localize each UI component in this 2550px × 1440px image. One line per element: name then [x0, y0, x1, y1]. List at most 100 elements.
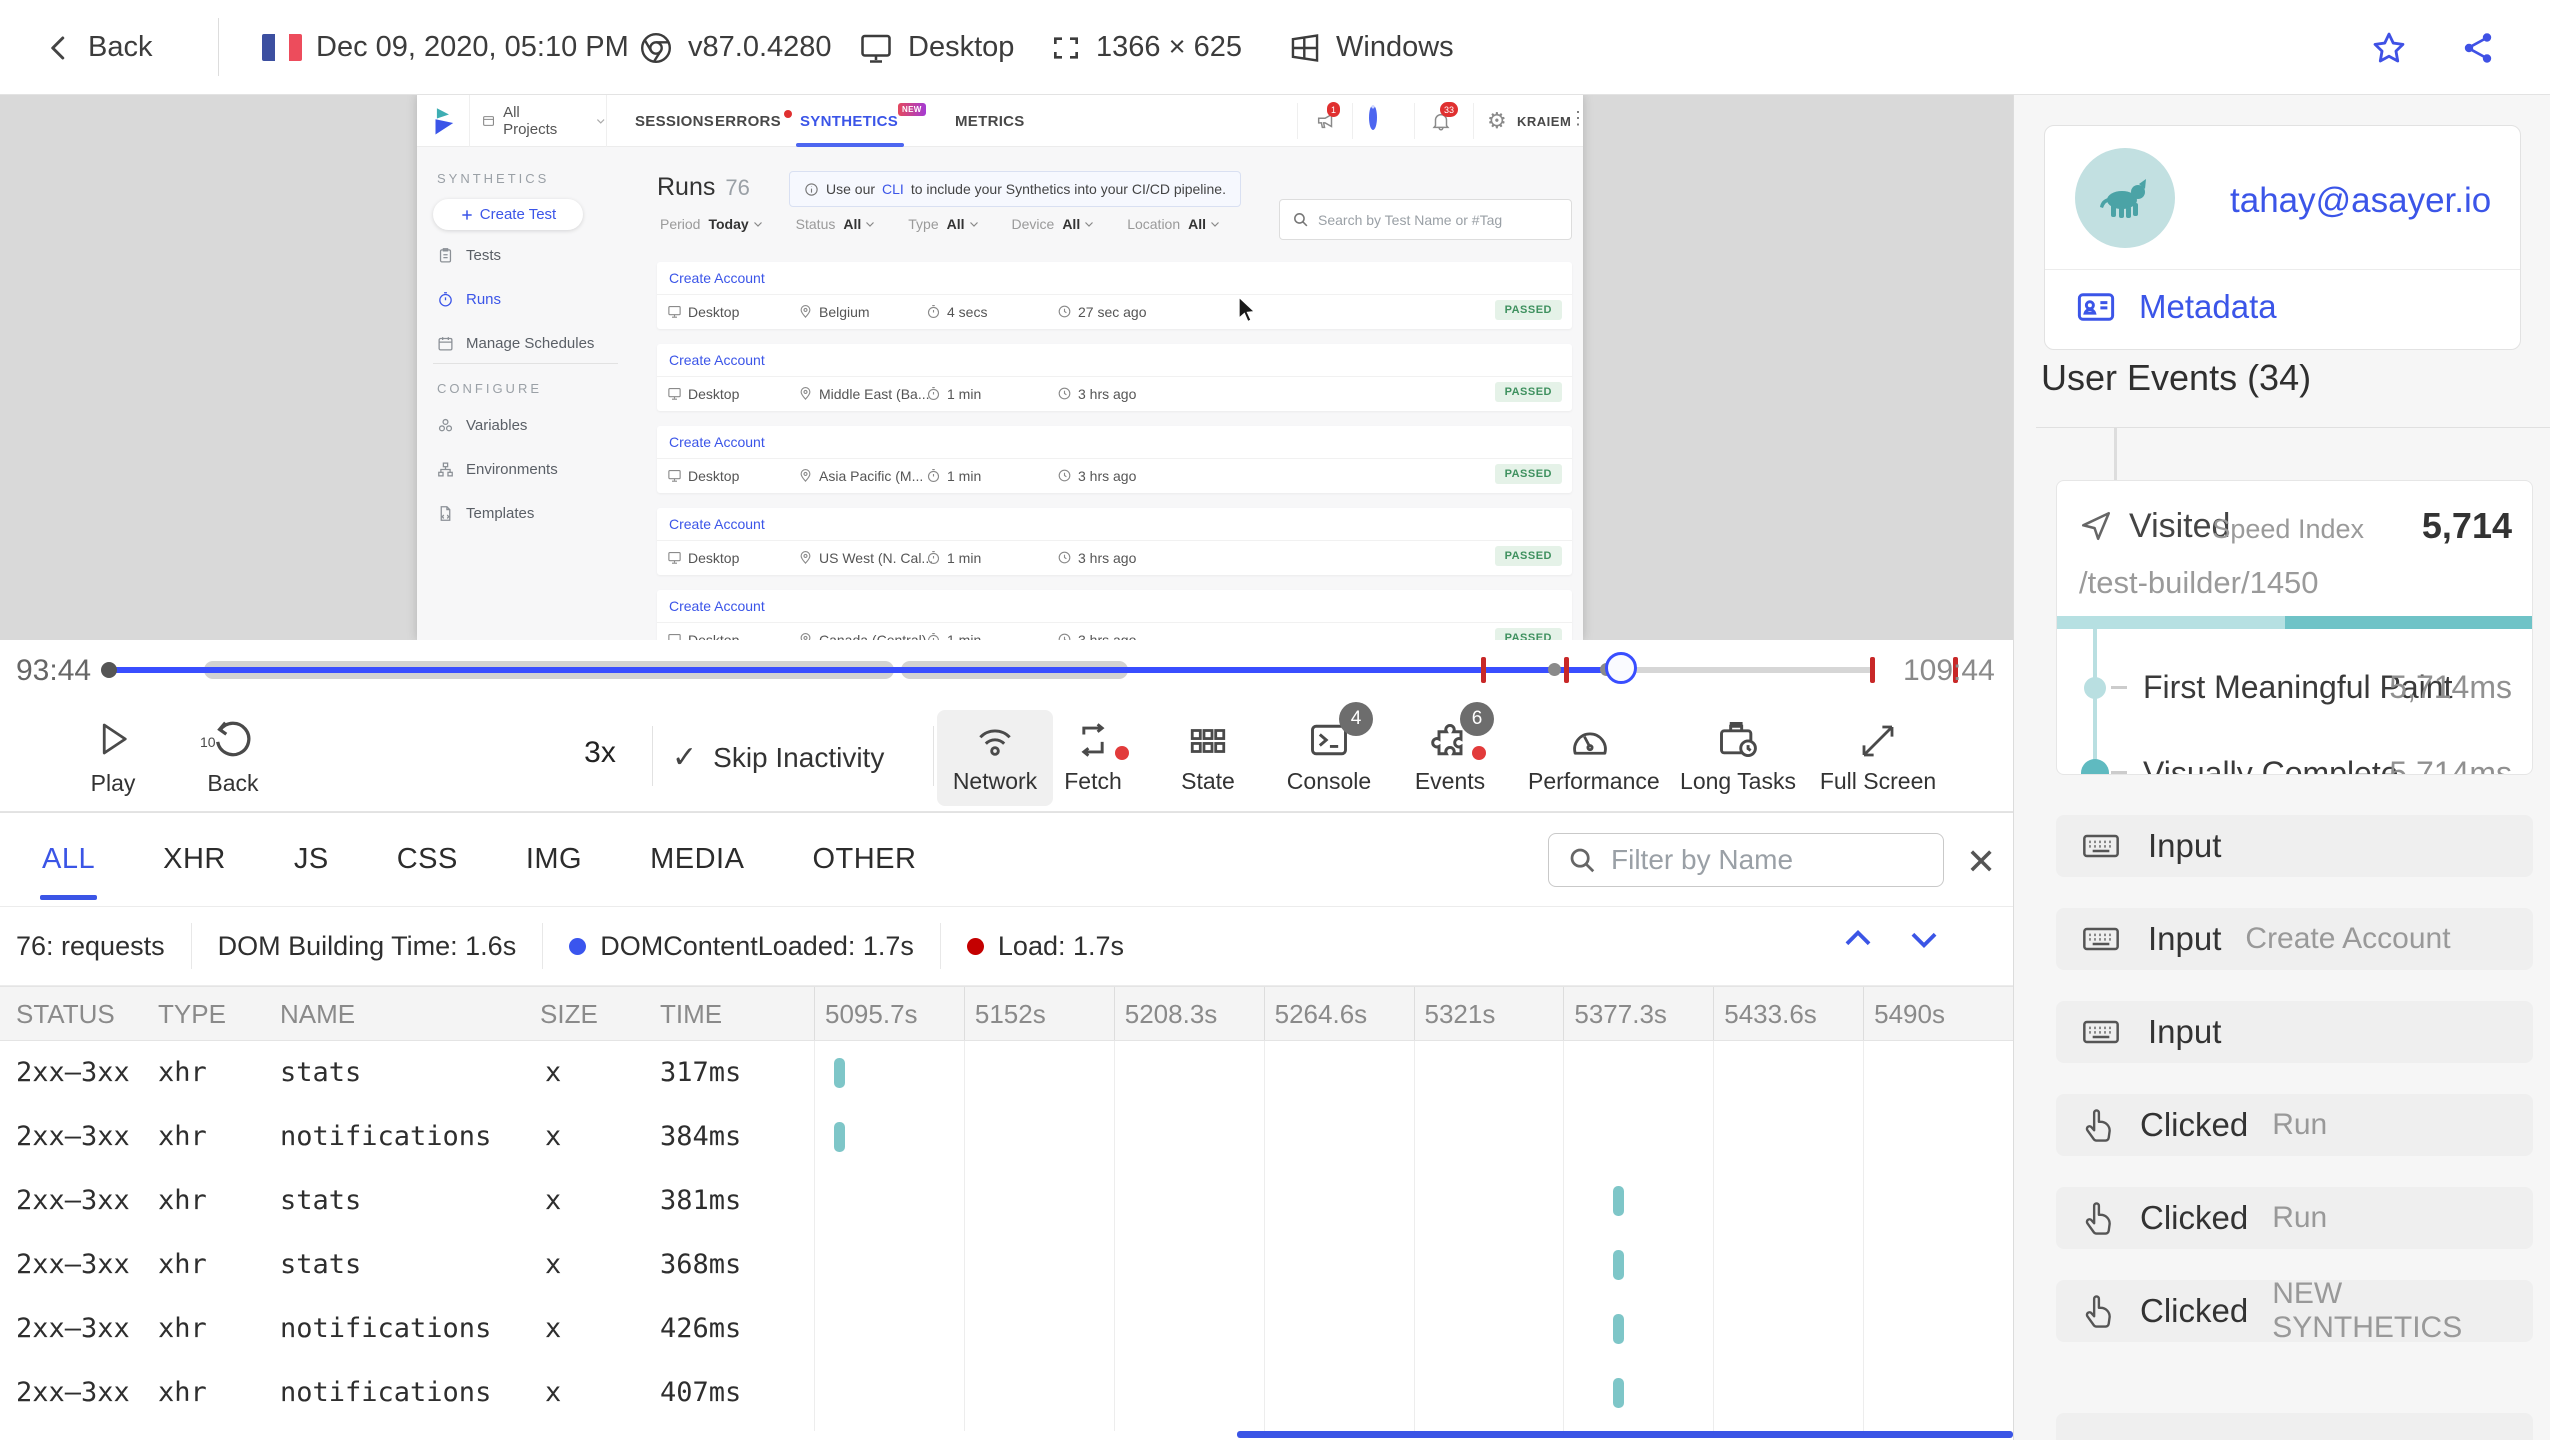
user-event-card[interactable]: Clicked Run — [2056, 1094, 2533, 1156]
filter-dropdown[interactable]: Type All — [908, 216, 979, 232]
next-event-card-partial[interactable] — [2056, 1413, 2533, 1440]
close-panel-icon[interactable]: ✕ — [1966, 841, 1996, 883]
share-button[interactable] — [2460, 0, 2496, 95]
run-name-link[interactable]: Create Account — [657, 508, 1572, 541]
user-menu[interactable]: KRAIEM — [1517, 95, 1571, 147]
run-card[interactable]: Create Account Desktop Belgium 4 secs 27… — [657, 262, 1572, 329]
sidebar-item-manage-schedules[interactable]: Manage Schedules — [437, 335, 594, 352]
row-size: x — [545, 1057, 562, 1088]
filter-by-name-box[interactable] — [1548, 833, 1944, 887]
filter-dropdown[interactable]: Status All — [796, 216, 877, 232]
waterfall-time-label: 5152s — [963, 987, 1114, 1040]
run-name-link[interactable]: Create Account — [657, 590, 1572, 623]
event-marker[interactable] — [1548, 663, 1562, 676]
tab-sessions[interactable]: SESSIONS — [635, 95, 714, 147]
user-event-card[interactable]: Clicked NEW SYNTHETICS — [2056, 1277, 2533, 1344]
tab-metrics[interactable]: METRICS — [955, 95, 1025, 147]
run-name-link[interactable]: Create Account — [657, 426, 1572, 459]
network-request-row[interactable]: 2xx–3xx xhr notifications x 426ms — [0, 1297, 2013, 1361]
run-name-link[interactable]: Create Account — [657, 344, 1572, 377]
long-tasks-panel-button[interactable]: Long Tasks — [1676, 710, 1800, 806]
col-size[interactable]: SIZE — [540, 999, 598, 1030]
back-button[interactable]: Back — [44, 0, 152, 95]
user-email-link[interactable]: tahay@asayer.io — [2230, 181, 2491, 221]
skip-inactivity-toggle[interactable]: ✓ Skip Inactivity — [672, 740, 884, 775]
run-card[interactable]: Create Account Desktop Asia Pacific (M..… — [657, 426, 1572, 493]
project-selector[interactable]: All Projects — [469, 95, 607, 147]
network-request-row[interactable]: 2xx–3xx xhr stats x 317ms — [0, 1041, 2013, 1105]
network-request-row[interactable]: 2xx–3xx xhr stats x 368ms — [0, 1233, 2013, 1297]
net-tab-all[interactable]: ALL — [39, 843, 98, 900]
sidebar-item-variables[interactable]: Variables — [437, 417, 527, 434]
test-search-box[interactable] — [1279, 199, 1572, 240]
row-type: xhr — [158, 1313, 207, 1344]
france-flag-icon — [262, 34, 302, 61]
user-event-card[interactable]: Clicked Run — [2056, 1187, 2533, 1249]
state-panel-button[interactable]: State — [1150, 710, 1266, 806]
run-name-link[interactable]: Create Account — [657, 262, 1572, 295]
notifications-bell-icon[interactable]: 33 — [1430, 102, 1459, 132]
error-marker[interactable] — [1564, 657, 1570, 683]
sidebar-item-templates[interactable]: Templates — [437, 505, 534, 522]
visually-complete-dot — [2081, 759, 2109, 774]
tab-synthetics[interactable]: SYNTHETICS NEW — [795, 95, 926, 147]
cli-link[interactable]: CLI — [882, 181, 904, 197]
network-request-row[interactable]: 2xx–3xx xhr notifications x 407ms — [0, 1361, 2013, 1425]
create-test-button[interactable]: Create Test — [433, 199, 583, 230]
location-pin-icon — [800, 469, 811, 482]
events-panel-button[interactable]: 6 Events — [1392, 702, 1508, 806]
back-10-button[interactable]: 10 Back — [183, 716, 283, 797]
filter-by-name-input[interactable] — [1611, 844, 1911, 876]
jump-next-icon[interactable] — [1905, 920, 1943, 958]
tab-errors[interactable]: ERRORS — [715, 95, 792, 147]
net-tab-img[interactable]: IMG — [526, 843, 582, 876]
filter-dropdown[interactable]: Location All — [1127, 216, 1221, 232]
user-event-card[interactable]: Input — [2056, 1001, 2533, 1063]
test-search-input[interactable] — [1318, 211, 1558, 228]
col-name[interactable]: NAME — [280, 999, 355, 1030]
user-event-card[interactable]: Input Create Account — [2056, 908, 2533, 970]
error-marker[interactable] — [1869, 657, 1875, 683]
kebab-menu-icon[interactable]: ⋮ — [1569, 108, 1583, 130]
net-tab-media[interactable]: MEDIA — [650, 843, 744, 876]
jump-previous-icon[interactable] — [1839, 920, 1877, 958]
settings-gear-icon[interactable]: ⚙ — [1487, 110, 1509, 132]
col-status[interactable]: STATUS — [16, 999, 115, 1030]
full-screen-button[interactable]: Full Screen — [1816, 710, 1940, 806]
network-request-row[interactable]: 2xx–3xx xhr stats x 381ms — [0, 1169, 2013, 1233]
fetch-panel-button[interactable]: Fetch — [1035, 710, 1151, 806]
run-card[interactable]: Create Account Desktop Middle East (Ba..… — [657, 344, 1572, 411]
play-button[interactable]: Play — [63, 716, 163, 797]
console-panel-button[interactable]: 4 Console — [1271, 702, 1387, 806]
network-request-row[interactable]: 2xx–3xx xhr notifications x 384ms — [0, 1105, 2013, 1169]
net-tab-other[interactable]: OTHER — [812, 843, 916, 876]
console-badge: 4 — [1339, 702, 1373, 736]
net-tab-js[interactable]: JS — [294, 843, 329, 876]
error-marker[interactable] — [1481, 657, 1487, 683]
user-event-card[interactable]: Input — [2056, 815, 2533, 877]
sidebar-item-runs[interactable]: Runs — [437, 291, 501, 308]
timeline-track[interactable] — [101, 640, 1875, 700]
speed-toggle[interactable]: 3x — [560, 736, 640, 770]
visited-event-card[interactable]: Visited Speed Index 5,714 /test-builder/… — [2056, 480, 2533, 775]
col-type[interactable]: TYPE — [158, 999, 226, 1030]
col-time[interactable]: TIME — [660, 999, 722, 1030]
favorite-star-button[interactable] — [2370, 0, 2408, 95]
sidebar-item-environments[interactable]: Environments — [437, 461, 558, 478]
performance-panel-button[interactable]: Performance — [1528, 710, 1660, 806]
waterfall-scrollbar[interactable] — [1237, 1431, 2013, 1438]
row-size: x — [545, 1185, 562, 1216]
run-card[interactable]: Create Account Desktop Canada (Central) — [657, 590, 1572, 640]
sidebar-item-tests[interactable]: Tests — [437, 247, 501, 264]
playhead-knob[interactable] — [1604, 652, 1637, 684]
replayed-app-nav: All Projects SESSIONS ERRORS SYNTHETICS N… — [417, 95, 1583, 147]
metadata-button[interactable]: Metadata — [2075, 286, 2277, 328]
filter-dropdown[interactable]: Period Today — [660, 216, 764, 232]
net-tab-css[interactable]: CSS — [397, 843, 458, 876]
net-tab-xhr[interactable]: XHR — [163, 843, 226, 876]
run-card[interactable]: Create Account Desktop US West (N. Cal..… — [657, 508, 1572, 575]
top-bar: Back Dec 09, 2020, 05:10 PM v87.0.4280 D… — [0, 0, 2550, 95]
filter-dropdown[interactable]: Device All — [1012, 216, 1096, 232]
new-badge: NEW — [898, 103, 926, 116]
announcements-icon[interactable]: 1 — [1315, 102, 1341, 132]
